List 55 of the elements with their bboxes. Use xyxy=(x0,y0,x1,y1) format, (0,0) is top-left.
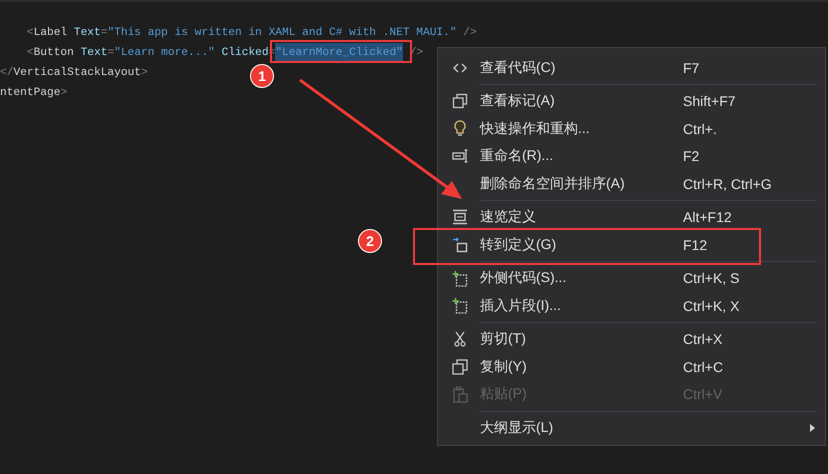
shortcut-label: F2 xyxy=(683,148,700,164)
element-name: ntentPage xyxy=(0,86,60,101)
code-punctuation: < xyxy=(26,26,34,41)
paste-icon xyxy=(452,386,468,403)
peek-icon xyxy=(452,209,468,226)
menu-item[interactable]: 插入片段(I)... Ctrl+K, X xyxy=(440,292,823,320)
shortcut-label: Ctrl+K, S xyxy=(683,270,740,286)
shortcut-label: Ctrl+X xyxy=(683,331,722,348)
code-punctuation: = xyxy=(100,26,108,41)
element-name: Label xyxy=(34,26,68,41)
string-token: "LearnMore_Clicked" xyxy=(275,43,403,63)
markup-icon xyxy=(452,93,468,110)
code-punctuation: = xyxy=(107,46,114,61)
shortcut-label: Ctrl+C xyxy=(683,358,724,375)
attribute-name: Text xyxy=(72,26,101,41)
element-name: VerticalStackLayout xyxy=(13,66,141,81)
shortcut-label: F12 xyxy=(683,236,708,253)
attribute-name: Clicked xyxy=(220,46,269,61)
code-punctuation: </ xyxy=(0,66,14,81)
code-punctuation: > xyxy=(60,86,68,101)
shortcut-label: F7 xyxy=(683,60,700,76)
menu-item[interactable]: 剪切(T) Ctrl+X xyxy=(440,326,823,353)
menu-item[interactable]: 速览定义 Alt+F12 xyxy=(440,204,823,231)
go-to-definition-icon xyxy=(452,236,468,253)
code-punctuation: > xyxy=(141,66,148,81)
rename-icon xyxy=(452,149,468,164)
menu-item[interactable]: 转到定义(G) F12 xyxy=(440,231,823,258)
code-punctuation: < xyxy=(26,46,34,61)
code-icon xyxy=(453,62,467,73)
lightbulb-icon xyxy=(454,120,466,138)
step-badge: 2 xyxy=(358,229,382,253)
menu-item[interactable]: 删除命名空间并排序(A) Ctrl+R, Ctrl+G xyxy=(440,170,823,198)
string-token: "Learn more..." xyxy=(114,46,215,61)
shortcut-label: Ctrl+R, Ctrl+G xyxy=(683,176,772,192)
copy-icon xyxy=(452,358,468,375)
shortcut-label: Ctrl+K, X xyxy=(683,298,740,314)
element-name: Button xyxy=(34,46,74,61)
scissors-icon xyxy=(454,331,466,348)
surround-icon xyxy=(452,270,468,287)
code-punctuation: /> xyxy=(462,26,477,41)
attribute-name: Text xyxy=(80,46,108,61)
menu-item[interactable]: 复制(Y) Ctrl+C xyxy=(440,353,823,380)
step-badge: 1 xyxy=(250,64,274,88)
shortcut-label: Ctrl+V xyxy=(683,386,722,402)
menu-item[interactable]: 大纲显示(L) xyxy=(440,414,823,442)
menu-item[interactable]: 查看标记(A) Shift+F7 xyxy=(440,88,823,115)
menu-item[interactable]: 快速操作和重构... Ctrl+. xyxy=(440,115,823,142)
shortcut-label: Ctrl+. xyxy=(683,120,717,137)
snippet-icon xyxy=(452,297,468,314)
menu-item[interactable]: 重命名(R)... F2 xyxy=(440,142,823,170)
shortcut-label: Shift+F7 xyxy=(683,93,736,110)
shortcut-label: Alt+F12 xyxy=(683,209,732,226)
string-token: "This app is written in XAML and C# with .NET MAUI." xyxy=(107,26,457,41)
menu-item[interactable]: 外侧代码(S)... Ctrl+K, S xyxy=(440,264,823,292)
menu-item[interactable]: 查看代码(C) F7 xyxy=(440,54,823,82)
